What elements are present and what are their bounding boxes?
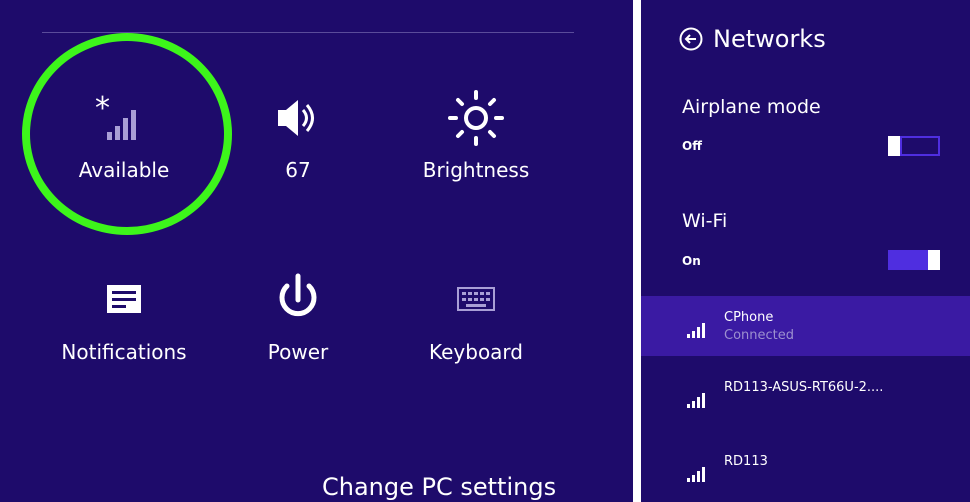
wifi-state: On <box>682 254 701 268</box>
keyboard-tile-label: Keyboard <box>428 340 523 364</box>
networks-header: Networks <box>679 25 826 53</box>
network-item-connected[interactable]: CPhone Connected <box>641 296 970 356</box>
airplane-mode-toggle[interactable] <box>888 136 940 156</box>
brightness-tile-label: Brightness <box>422 158 530 182</box>
networks-title: Networks <box>713 25 826 53</box>
toggle-track <box>900 136 940 156</box>
network-item[interactable]: RD113 <box>641 440 970 500</box>
notifications-tile-label: Notifications <box>61 340 187 364</box>
power-tile-label: Power <box>267 340 329 364</box>
toggle-thumb <box>928 250 940 270</box>
signal-strength-icon <box>687 393 705 408</box>
airplane-mode-label: Airplane mode <box>682 96 821 118</box>
signal-strength-icon <box>687 467 705 482</box>
wifi-toggle[interactable] <box>888 250 940 270</box>
keyboard-tile[interactable]: Keyboard <box>396 270 556 364</box>
network-status: Connected <box>724 328 795 343</box>
back-arrow-icon[interactable] <box>679 27 703 51</box>
keyboard-icon <box>396 270 556 330</box>
notifications-icon <box>44 270 204 330</box>
network-name: CPhone <box>724 310 774 325</box>
airplane-mode-state: Off <box>682 139 702 153</box>
brightness-sun-icon <box>396 88 556 148</box>
quick-settings-panel: * Available 67 Brightness Notifications … <box>0 0 633 502</box>
change-pc-settings-link[interactable]: Change PC settings <box>322 473 556 501</box>
network-item[interactable]: RD113-ASUS-RT66U-2.... <box>641 366 970 426</box>
volume-tile-label: 67 <box>285 158 311 182</box>
highlight-circle <box>22 33 232 235</box>
speaker-volume-icon <box>218 88 378 148</box>
network-name: RD113 <box>724 454 768 469</box>
brightness-tile[interactable]: Brightness <box>396 88 556 182</box>
network-name: RD113-ASUS-RT66U-2.... <box>724 380 884 395</box>
toggle-thumb <box>888 136 900 156</box>
power-icon <box>218 270 378 330</box>
toggle-track <box>888 250 928 270</box>
notifications-tile[interactable]: Notifications <box>44 270 204 364</box>
networks-panel: Networks Airplane mode Off Wi-Fi On CPho… <box>641 0 970 502</box>
wifi-label: Wi-Fi <box>682 210 728 232</box>
power-tile[interactable]: Power <box>218 270 378 364</box>
signal-strength-icon <box>687 323 705 338</box>
volume-tile[interactable]: 67 <box>218 88 378 182</box>
